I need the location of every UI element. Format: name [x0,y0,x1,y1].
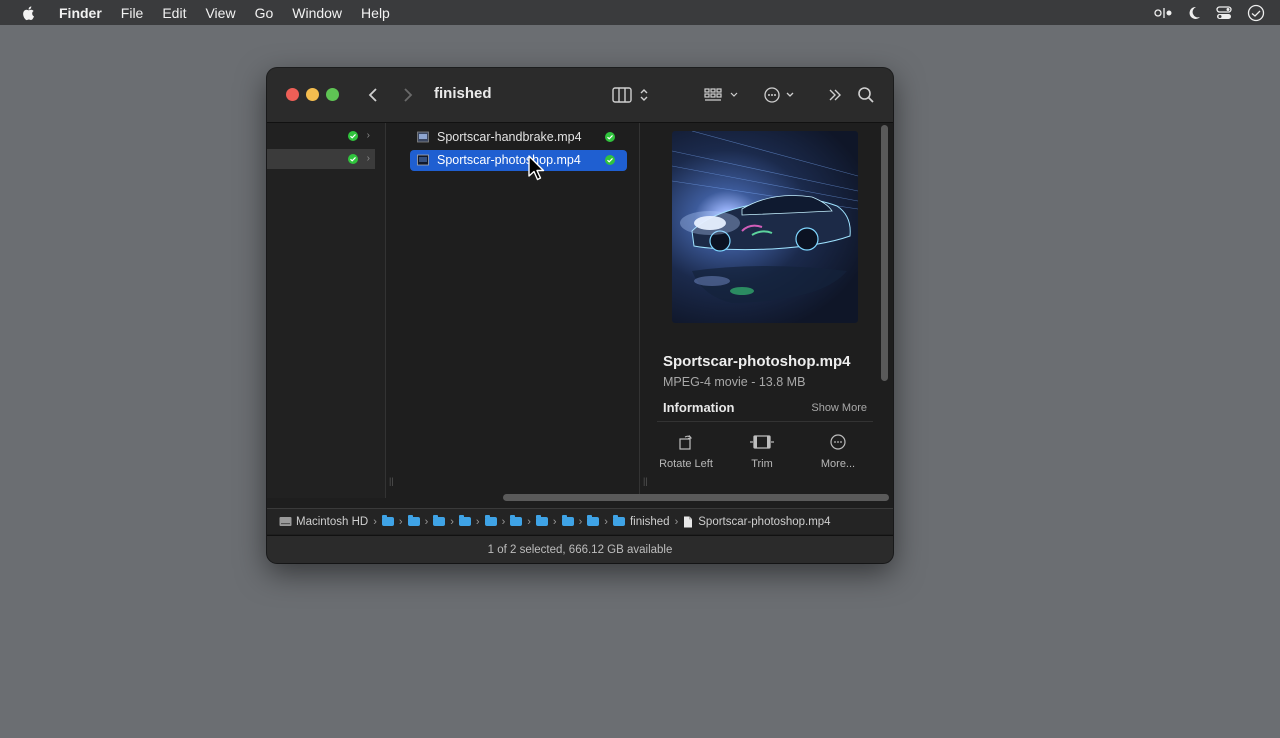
path-separator: › [578,515,583,528]
rotate-left-label: Rotate Left [659,458,713,470]
moon-icon[interactable] [1187,6,1201,20]
column-view-icon[interactable] [612,85,652,105]
synced-check-icon [605,132,615,142]
clock-icon[interactable] [1247,4,1265,22]
path-root[interactable]: Macintosh HD [279,516,368,528]
search-icon[interactable] [857,85,875,105]
path-file-label: Sportscar-photoshop.mp4 [698,515,831,528]
group-by-icon[interactable] [704,85,740,105]
file-name: Sportscar-photoshop.mp4 [437,153,581,167]
status-bar: 1 of 2 selected, 666.12 GB available [267,535,893,563]
menu-help[interactable]: Help [361,5,390,21]
mouse-cursor-icon [528,155,545,181]
trim-button[interactable]: Trim [727,432,797,470]
chevron-right-icon: › [366,130,370,141]
synced-check-icon [348,154,358,164]
path-separator: › [424,515,429,528]
folder-icon [612,515,625,526]
file-row[interactable]: Sportscar-handbrake.mp4 [410,127,627,148]
menu-file[interactable]: File [121,5,144,21]
more-actions-label: More... [820,458,856,470]
path-separator: › [552,515,557,528]
menu-go[interactable]: Go [255,5,274,21]
folder-icon[interactable] [510,515,523,526]
folder-icon[interactable] [433,515,446,526]
more-actions-button[interactable]: More... [803,432,873,470]
files-column: Sportscar-handbrake.mp4 Sportscar-photos… [399,123,640,498]
menu-window[interactable]: Window [292,5,342,21]
menu-edit[interactable]: Edit [162,5,186,21]
path-file[interactable]: Sportscar-photoshop.mp4 [683,515,831,528]
toggle-status-icon[interactable] [1154,7,1172,19]
chevron-right-icon: › [366,153,370,164]
more-toolbar-icon[interactable] [827,85,843,105]
rotate-left-button[interactable]: Rotate Left [651,432,721,470]
trim-label: Trim [751,458,773,470]
video-file-icon [417,131,429,143]
document-icon [684,516,693,527]
synced-check-icon [605,155,615,165]
folder-icon[interactable] [535,515,548,526]
path-separator: › [373,515,377,528]
rotate-left-icon [651,432,721,452]
folder-icon[interactable] [484,515,497,526]
menu-finder[interactable]: Finder [59,5,102,21]
forward-button[interactable] [403,85,413,105]
back-button[interactable] [368,85,378,105]
column-resize-handle[interactable]: || [389,476,394,486]
toolbar: finished [267,68,893,123]
path-folder-label: finished [629,515,670,528]
parent-column: › › [267,123,386,498]
path-current-folder[interactable]: finished [612,515,670,528]
menu-view[interactable]: View [205,5,235,21]
path-bar: Macintosh HD › › › › › › › › › › finishe… [267,508,893,534]
file-row-selected[interactable]: Sportscar-photoshop.mp4 [410,150,627,171]
show-more-link[interactable]: Show More [811,402,867,414]
apple-menu-icon[interactable] [21,5,37,21]
zoom-button[interactable] [326,88,339,101]
folder-icon[interactable] [587,515,600,526]
column-resize-handle[interactable]: || [643,476,648,486]
horizontal-scrollbar[interactable] [503,494,889,501]
path-separator: › [674,515,679,528]
ellipsis-circle-icon [803,432,873,452]
close-button[interactable] [286,88,299,101]
menu-bar: Finder File Edit View Go Window Help [0,0,1280,25]
action-menu-icon[interactable] [762,85,798,105]
folder-icon[interactable] [561,515,574,526]
window-title: finished [434,85,492,102]
path-separator: › [501,515,506,528]
preview-file-name: Sportscar-photoshop.mp4 [663,353,851,370]
parent-row-1[interactable]: › [267,126,375,146]
parent-row-2-selected[interactable]: › [267,149,375,169]
video-thumbnail [672,131,858,323]
folder-icon[interactable] [458,515,471,526]
preview-pane: Sportscar-photoshop.mp4 MPEG-4 movie - 1… [653,123,877,498]
divider [657,421,873,422]
trim-icon [727,432,797,452]
path-separator: › [398,515,403,528]
control-center-icon[interactable] [1216,5,1232,20]
file-name: Sportscar-handbrake.mp4 [437,130,582,144]
minimize-button[interactable] [306,88,319,101]
folder-icon[interactable] [381,515,394,526]
folder-icon[interactable] [407,515,420,526]
path-separator: › [475,515,480,528]
path-root-label: Macintosh HD [296,515,369,528]
path-separator: › [450,515,454,528]
video-file-icon [417,154,429,166]
vertical-scrollbar[interactable] [881,125,888,381]
path-separator: › [527,515,531,528]
finder-window: finished › › || Sportscar-handbrake.mp4 … [267,68,893,563]
path-separator: › [604,515,608,528]
preview-file-type: MPEG-4 movie - 13.8 MB [663,375,806,389]
hard-drive-icon [279,517,292,526]
information-heading: Information [663,400,735,415]
synced-check-icon [348,131,358,141]
